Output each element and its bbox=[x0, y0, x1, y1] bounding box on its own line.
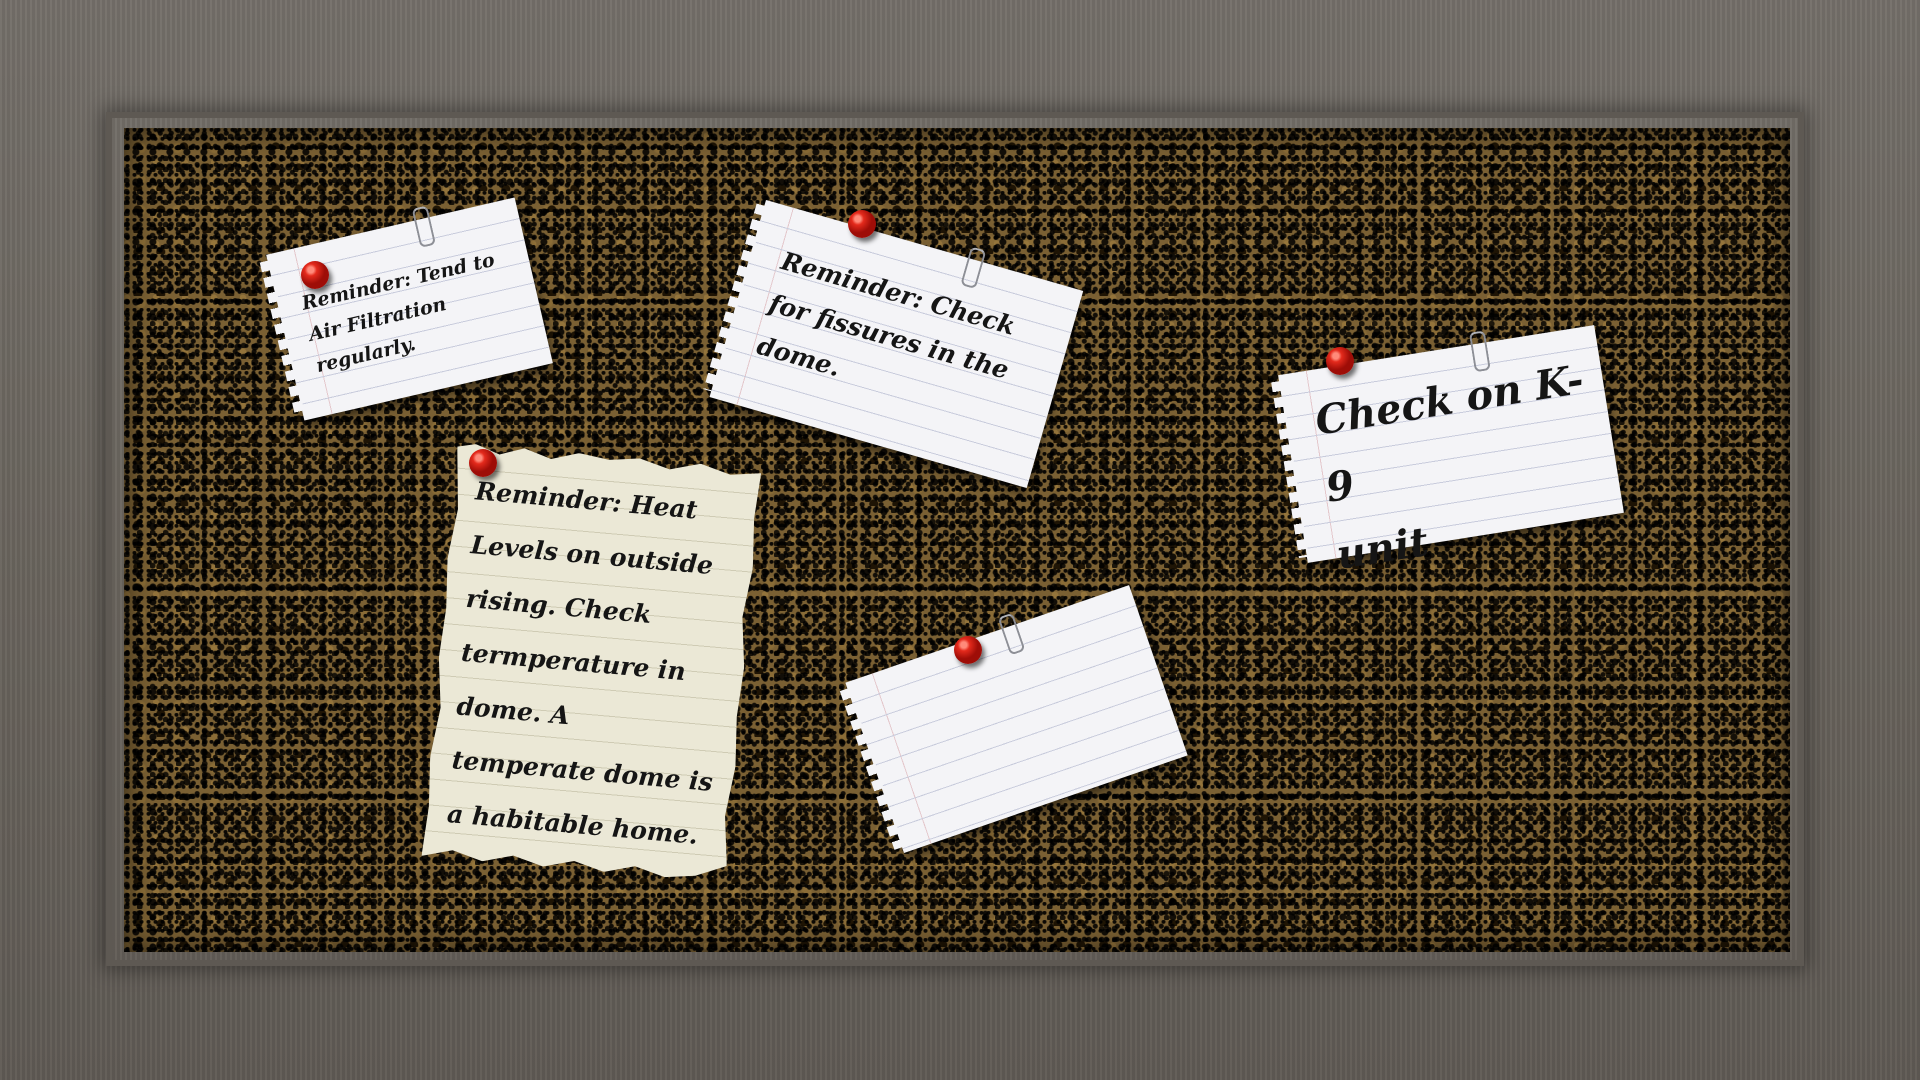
push-pin-icon[interactable] bbox=[848, 210, 876, 238]
cork-board: Reminder: Tend to Air Filtration regular… bbox=[124, 128, 1790, 952]
note-text: Reminder: Tend to Air Filtration regular… bbox=[299, 248, 497, 378]
push-pin-icon[interactable] bbox=[954, 636, 982, 664]
note-air-filtration[interactable]: Reminder: Tend to Air Filtration regular… bbox=[266, 197, 553, 421]
paper-clip-icon bbox=[997, 612, 1026, 656]
push-pin-icon[interactable] bbox=[469, 449, 497, 477]
push-pin-icon[interactable] bbox=[301, 261, 329, 289]
paper-clip-icon bbox=[960, 246, 987, 290]
paper-clip-icon bbox=[411, 205, 437, 248]
note-heat-levels[interactable]: Reminder: Heat Levels on outside rising.… bbox=[421, 442, 761, 882]
note-fissures[interactable]: Reminder: Check for fissures in the dome… bbox=[709, 200, 1084, 489]
push-pin-icon[interactable] bbox=[1326, 347, 1354, 375]
note-text: Reminder: Heat Levels on outside rising.… bbox=[446, 476, 715, 850]
note-text: Reminder: Check for fissures in the dome… bbox=[753, 246, 1019, 385]
note-blank[interactable] bbox=[845, 585, 1188, 853]
note-text: Check on K-9 unit bbox=[1312, 355, 1587, 579]
